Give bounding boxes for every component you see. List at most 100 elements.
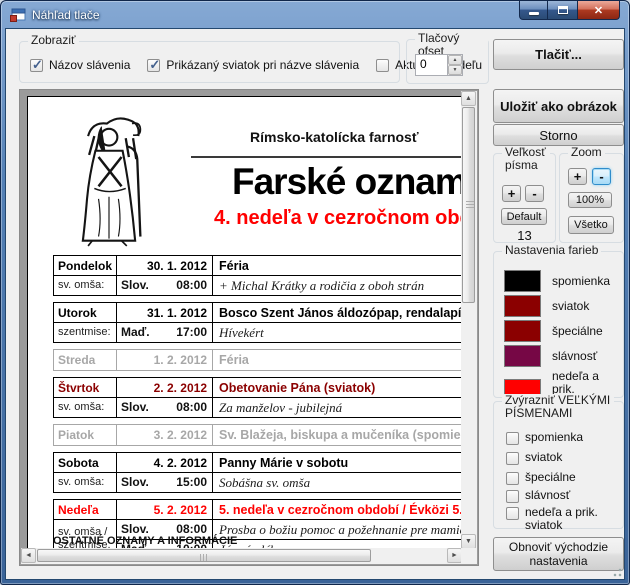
checkbox-icon[interactable] [30,59,43,72]
scroll-down-icon[interactable]: ▼ [461,534,476,549]
day-title: Bosco Szent János áldozópap, rendalapító [213,303,462,322]
caps-option-3[interactable]: slávnosť [506,489,605,503]
preview-viewport[interactable]: Rímsko-katolícka farnosť Farské oznamy 4… [21,91,462,549]
font-decrease-button[interactable]: - [525,185,544,202]
day-date: 4. 2. 2012 [116,453,213,472]
color-swatch[interactable] [504,295,541,317]
mass-label-line: sv. omša: [58,279,116,292]
day-date: 31. 1. 2012 [116,303,213,322]
checkbox-icon[interactable] [506,507,519,520]
mass-area: sv. omša:Slov.08:00+ Michal Krátky a rod… [54,276,462,295]
caps-option-1-label: sviatok [525,451,605,464]
preview-panel: Rímsko-katolícka farnosť Farské oznamy 4… [19,89,479,566]
checkbox-icon[interactable] [506,452,519,465]
offset-up-icon[interactable]: ▲ [448,55,462,65]
day-date: 1. 2. 2012 [116,350,213,370]
mass-row: Slov.08:00+ Michal Krátky a rodičia z ob… [116,276,462,295]
scroll-up-icon[interactable]: ▲ [461,91,476,106]
mass-label-line: sv. omša: [58,476,116,489]
checkbox-icon[interactable] [506,432,519,445]
zoom-100-button[interactable]: 100% [568,192,612,208]
vertical-scroll-thumb[interactable] [462,107,475,303]
caps-option-2[interactable]: špeciálne [506,471,605,485]
zoom-group: Zoom + - 100% Všetko [559,153,624,243]
color-swatch[interactable] [504,345,541,367]
color-setting-row: spomienka [504,270,614,292]
print-offset-stepper[interactable]: 0 ▲ ▼ [415,54,463,76]
caps-option-4[interactable]: nedeľa a prik. sviatok [506,506,605,532]
day-name: Utorok [54,303,116,322]
save-as-image-button[interactable]: Uložiť ako obrázok [493,89,624,123]
caps-option-1[interactable]: sviatok [506,451,605,465]
resize-grip[interactable] [610,565,622,577]
vertical-scrollbar[interactable]: ▲ ▼ [461,91,477,549]
display-option-0-label: Názov slávenia [49,58,130,72]
checkbox-icon[interactable] [506,490,519,503]
display-option-0[interactable]: Názov slávenia [30,58,130,72]
color-swatch-label: spomienka [552,275,614,288]
thumb-grip [466,201,474,209]
scrollbar-corner [461,548,477,564]
day-title: 5. nedeľa v cezročnom období / Évközi 5.… [213,500,462,519]
cancel-button[interactable]: Storno [493,124,624,146]
day-date: 5. 2. 2012 [116,500,213,519]
reset-settings-button[interactable]: Obnoviť východzie nastavenia [493,537,624,571]
mass-lang-time: Slov.08:00 [116,276,213,295]
document-page: Rímsko-katolícka farnosť Farské oznamy 4… [27,96,462,549]
mass-label-line: szentmise: [58,326,116,339]
mass-time: 08:00 [176,398,207,417]
maximize-icon [558,6,568,14]
mass-schedule: Pondelok30. 1. 2012Fériasv. omša:Slov.08… [53,255,462,549]
mass-label: sv. omša: [54,473,116,492]
horizontal-scrollbar[interactable]: ◄ ► [21,548,462,564]
checkbox-icon[interactable] [147,59,160,72]
day-header-row: Nedeľa5. 2. 20125. nedeľa v cezročnom ob… [54,500,462,520]
minimize-button[interactable] [519,1,548,20]
mass-intention: Prosba o božiu pomoc a požehnanie pre ma… [213,520,462,539]
window-title: Náhľad tlače [32,8,100,22]
day-header-row: Utorok31. 1. 2012Bosco Szent János áldoz… [54,303,462,323]
day-date: 30. 1. 2012 [116,256,213,275]
client-area: Zobraziť Názov slávenia Prikázaný sviatok… [5,28,625,580]
color-swatch-label: špeciálne [552,325,614,338]
color-swatch[interactable] [504,270,541,292]
titlebar[interactable]: Náhľad tlače ✕ [1,1,629,28]
mass-language: Maď. [121,323,150,342]
day-block: Pondelok30. 1. 2012Fériasv. omša:Slov.08… [53,255,462,296]
horizontal-scroll-thumb[interactable] [37,549,371,562]
color-setting-row: špeciálne [504,320,614,342]
document-title: Farské oznamy [232,161,462,203]
font-increase-button[interactable]: + [502,185,521,202]
scroll-right-icon[interactable]: ► [447,548,462,563]
color-settings-caption: Nastavenia farieb [502,244,601,257]
day-title: Sv. Blažeja, biskupa a mučeníka (spomien… [213,425,462,445]
day-date: 3. 2. 2012 [116,425,213,445]
color-swatch[interactable] [504,320,541,342]
day-header-row: Piatok3. 2. 2012Sv. Blažeja, biskupa a m… [54,425,462,445]
close-button[interactable]: ✕ [577,1,620,20]
maximize-button[interactable] [548,1,577,20]
caps-option-0[interactable]: spomienka [506,431,605,445]
display-options-caption: Zobraziť [28,34,79,47]
offset-down-icon[interactable]: ▼ [448,65,462,75]
color-settings-group: Nastavenia farieb spomienkasviatokšpeciá… [493,251,624,398]
app-icon [10,7,26,23]
mass-rows: Slov.08:00Za manželov - jubilejná [116,398,462,417]
font-default-button[interactable]: Default [501,208,547,225]
print-offset-group: Tlačový ofset 0 ▲ ▼ [406,39,489,84]
day-name: Sobota [54,453,116,472]
display-option-1[interactable]: Prikázaný sviatok pri názve slávenia [147,58,359,72]
mass-label-line: sv. omša: [58,401,116,414]
caps-option-2-label: špeciálne [525,471,605,484]
checkbox-icon[interactable] [376,59,389,72]
thumb-grip [200,554,209,561]
zoom-in-button[interactable]: + [568,168,587,185]
checkbox-icon[interactable] [506,472,519,485]
mass-row: Slov.15:00Sobášna sv. omša [116,473,462,492]
day-header-row: Streda1. 2. 2012Féria [54,350,462,370]
zoom-fit-all-button[interactable]: Všetko [568,216,614,234]
scroll-left-icon[interactable]: ◄ [21,548,36,563]
day-block: Piatok3. 2. 2012Sv. Blažeja, biskupa a m… [53,424,462,446]
zoom-out-button[interactable]: - [592,168,611,185]
print-button[interactable]: Tlačiť... [493,39,624,70]
